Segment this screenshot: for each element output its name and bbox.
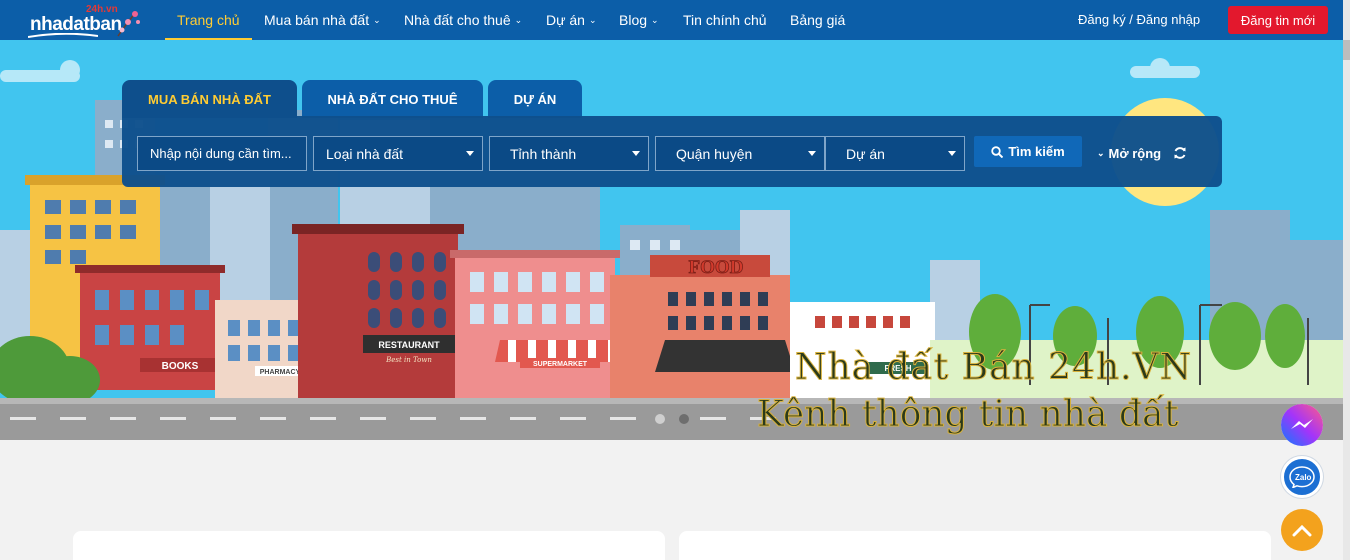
site-logo[interactable]: 24h.vn nhadatban xyxy=(28,2,140,38)
district-select[interactable]: Quận huyện xyxy=(655,136,825,171)
dropdown-arrow-icon xyxy=(808,151,816,156)
tab-rent[interactable]: NHÀ ĐẤT CHO THUÊ xyxy=(302,80,483,118)
chevron-down-icon: ⌄ xyxy=(651,14,659,25)
expand-filters-toggle[interactable]: ⌄ Mở rộng xyxy=(1097,146,1161,161)
restaurant-sign: RESTAURANT xyxy=(378,340,440,350)
nav-home-label: Trang chủ xyxy=(177,12,240,28)
nav-owner-listings[interactable]: Tin chính chủ xyxy=(683,0,767,40)
tab-projects[interactable]: DỰ ÁN xyxy=(488,80,582,118)
blossom-icon xyxy=(117,11,140,37)
content-card-left xyxy=(73,531,665,560)
nav-price-table-label: Bảng giá xyxy=(790,12,846,28)
supermarket-sign: SUPERMARKET xyxy=(533,361,588,368)
project-value: Dự án xyxy=(846,145,885,162)
restaurant-sub-sign: Best in Town xyxy=(385,356,432,364)
chevron-down-icon: ⌄ xyxy=(373,14,381,25)
nav-home[interactable]: Trang chủ xyxy=(165,0,251,40)
dropdown-arrow-icon xyxy=(632,151,640,156)
refresh-icon[interactable] xyxy=(1173,146,1187,160)
logo-swoosh-icon xyxy=(28,33,98,38)
search-icon xyxy=(991,145,1004,158)
nav-rent[interactable]: Nhà đất cho thuê ⌄ xyxy=(404,0,522,40)
keyword-search-input[interactable] xyxy=(150,146,306,161)
keyword-search-field[interactable] xyxy=(137,136,307,171)
slider-dot-2[interactable] xyxy=(679,414,689,424)
scrollbar-thumb[interactable] xyxy=(1343,40,1350,60)
food-sign: FOOD xyxy=(689,257,744,278)
nav-projects-label: Dự án xyxy=(546,12,585,28)
pharmacy-sign: PHARMACY xyxy=(260,369,301,376)
nav-owner-listings-label: Tin chính chủ xyxy=(683,12,767,28)
nav-price-table[interactable]: Bảng giá xyxy=(790,0,845,40)
nav-blog[interactable]: Blog ⌄ xyxy=(619,0,659,40)
messenger-button[interactable] xyxy=(1281,404,1323,446)
banner-slogan-line2: Kênh thông tin nhà đất xyxy=(757,394,1180,436)
dropdown-arrow-icon xyxy=(466,151,474,156)
books-sign: BOOKS xyxy=(162,361,199,372)
province-value: Tỉnh thành xyxy=(510,145,577,162)
expand-filters-label: Mở rộng xyxy=(1108,146,1162,161)
tab-buy-sell[interactable]: MUA BÁN NHÀ ĐẤT xyxy=(122,80,297,118)
district-value: Quận huyện xyxy=(676,145,753,162)
content-card-right xyxy=(679,531,1271,560)
dropdown-arrow-icon xyxy=(948,151,956,156)
chevron-down-icon: ⌄ xyxy=(514,14,523,25)
nav-projects[interactable]: Dự án ⌄ xyxy=(546,0,597,40)
search-button-label: Tìm kiếm xyxy=(1008,144,1065,159)
property-type-value: Loại nhà đất xyxy=(326,145,404,162)
chevron-down-icon: ⌄ xyxy=(588,14,597,25)
post-listing-button[interactable]: Đăng tin mới xyxy=(1228,6,1328,34)
project-select[interactable]: Dự án xyxy=(825,136,965,171)
messenger-icon xyxy=(1281,404,1323,446)
nav-blog-label: Blog xyxy=(619,12,648,28)
login-register-link[interactable]: Đăng ký / Đăng nhập xyxy=(1078,0,1200,40)
banner-slogan-line1: Nhà đất Bán 24h.VN xyxy=(794,347,1193,389)
page-scrollbar[interactable] xyxy=(1343,0,1350,560)
nav-rent-label: Nhà đất cho thuê xyxy=(404,12,511,28)
chevron-up-icon xyxy=(1292,524,1312,537)
search-button[interactable]: Tìm kiếm xyxy=(974,136,1082,167)
nav-buy-sell[interactable]: Mua bán nhà đất ⌄ xyxy=(264,0,381,40)
zalo-label: Zalo xyxy=(1295,473,1312,482)
property-type-select[interactable]: Loại nhà đất xyxy=(313,136,483,171)
province-select[interactable]: Tỉnh thành xyxy=(489,136,649,171)
slider-dot-1[interactable] xyxy=(655,414,665,424)
chevron-down-icon: ⌄ xyxy=(1097,148,1105,158)
zalo-button[interactable]: Zalo xyxy=(1281,456,1323,498)
top-navbar: 24h.vn nhadatban Trang chủ Mua bán nhà đ… xyxy=(0,0,1343,40)
scroll-to-top-button[interactable] xyxy=(1281,509,1323,551)
nav-buy-sell-label: Mua bán nhà đất xyxy=(264,12,370,28)
